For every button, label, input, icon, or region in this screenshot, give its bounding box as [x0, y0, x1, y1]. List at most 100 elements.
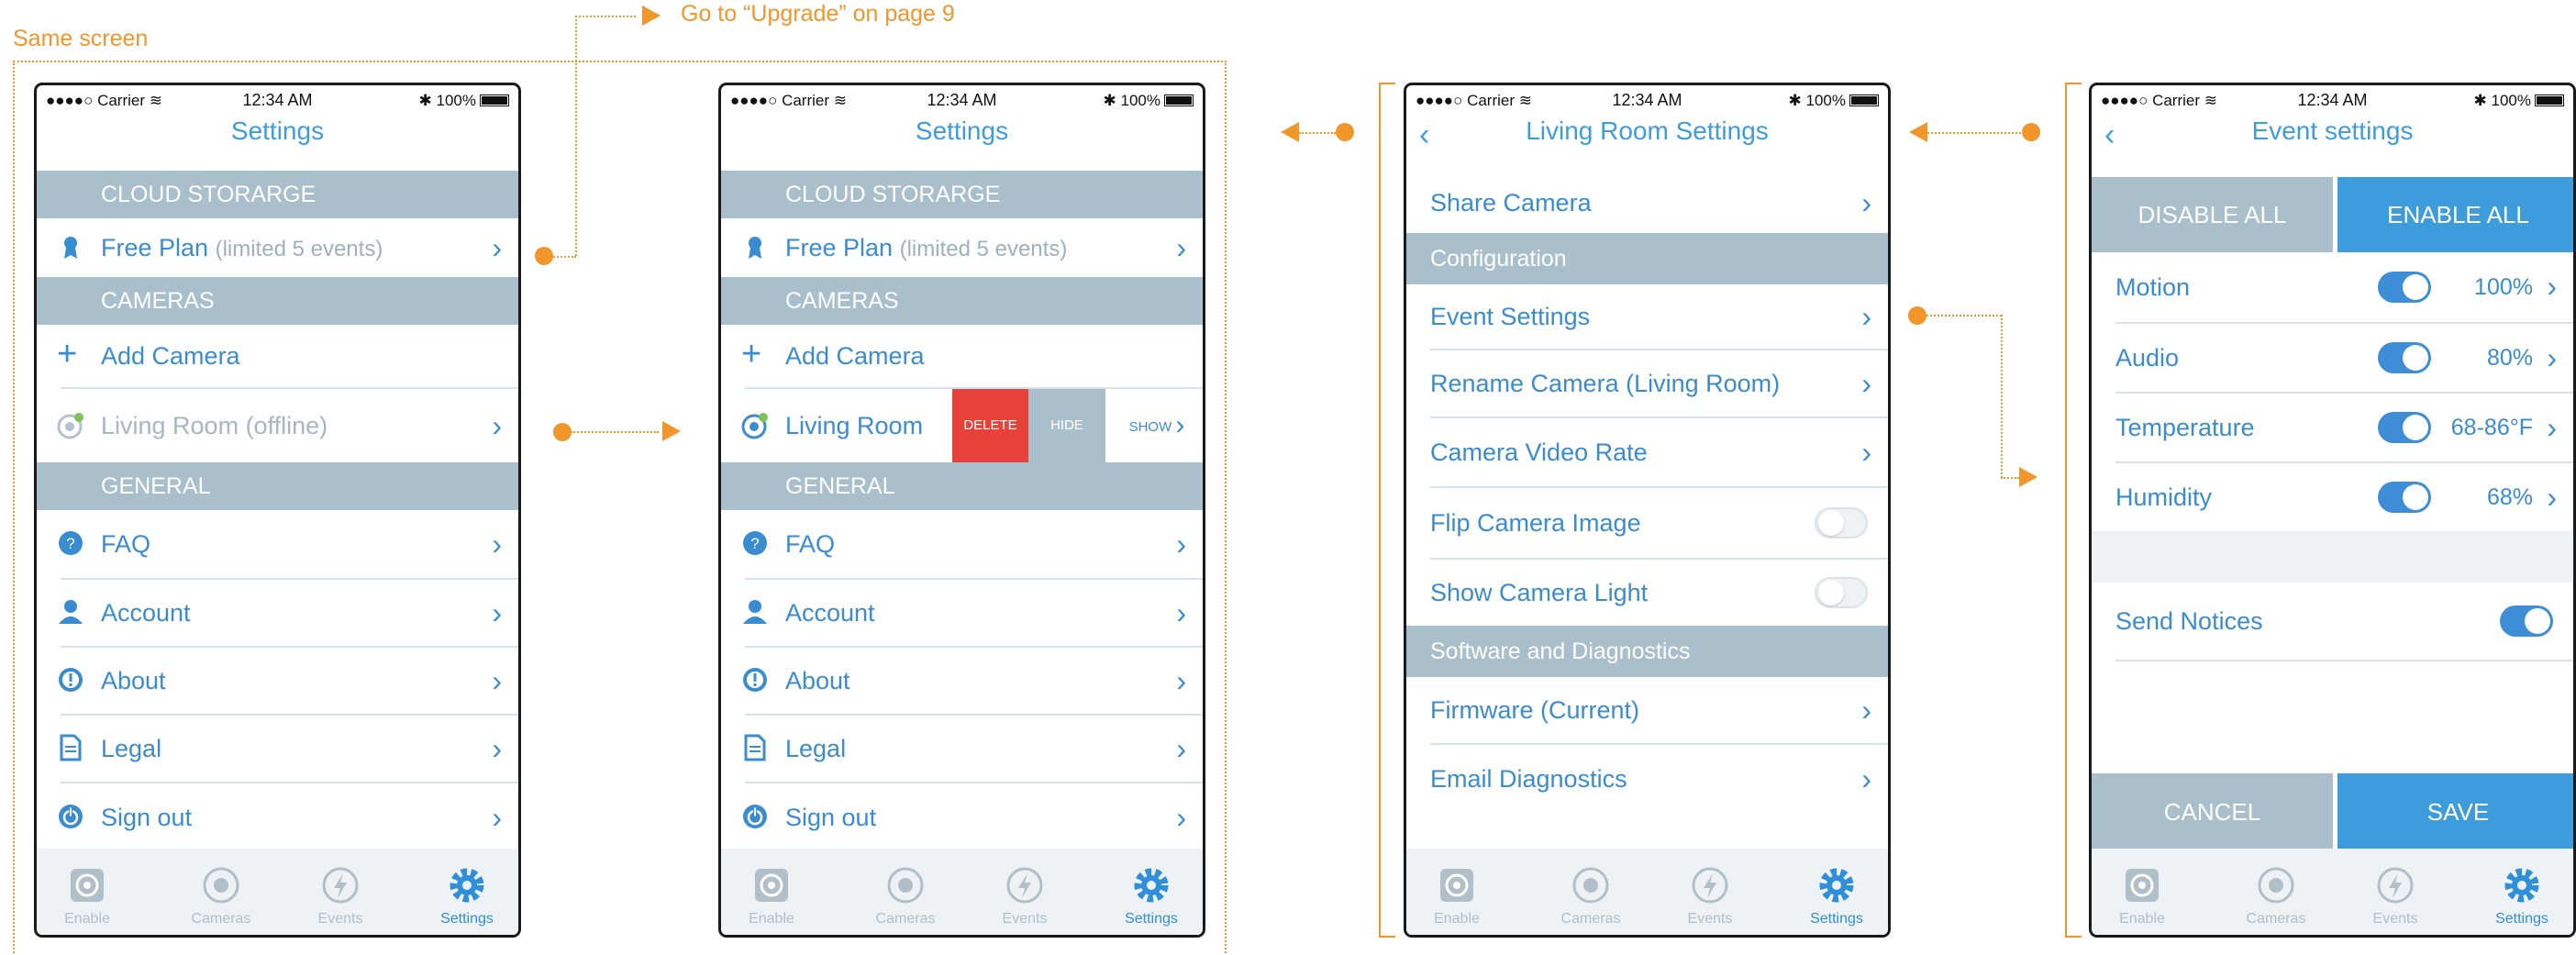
chevron-right-icon: ›	[492, 527, 502, 561]
account-row[interactable]: Account ›	[721, 580, 1203, 646]
user-icon	[59, 600, 83, 624]
tab-events[interactable]: Events	[983, 865, 1066, 927]
humidity-toggle[interactable]	[2378, 482, 2431, 513]
audio-row[interactable]: Audio 80% ›	[2092, 324, 2573, 392]
about-row[interactable]: About ›	[37, 648, 518, 714]
share-camera-row[interactable]: Share Camera ›	[1406, 172, 1888, 233]
plus-icon: +	[741, 335, 762, 373]
living-room-row-swiped[interactable]: Living Room DELETE HIDE SHOW ›	[721, 389, 1203, 462]
tab-cameras[interactable]: Cameras	[180, 865, 262, 927]
upgrade-connector	[550, 256, 576, 258]
tab-settings[interactable]: Settings	[2481, 865, 2563, 927]
hide-button[interactable]: HIDE	[1028, 389, 1105, 462]
add-camera-row[interactable]: + Add Camera	[37, 325, 518, 387]
tab-settings-label: Settings	[1125, 911, 1178, 927]
show-button[interactable]: SHOW ›	[1105, 389, 1203, 462]
tab-enable[interactable]: Enable	[46, 865, 128, 927]
tab-events[interactable]: Events	[299, 865, 382, 927]
living-room-row[interactable]: Living Room (offline) ›	[37, 389, 518, 462]
share-camera-label: Share Camera	[1430, 189, 1592, 217]
motion-toggle[interactable]	[2378, 272, 2431, 303]
sign-out-row[interactable]: Sign out ›	[721, 783, 1203, 851]
tab-settings[interactable]: Settings	[426, 865, 508, 927]
show-light-row: Show Camera Light	[1406, 560, 1888, 626]
tab-cameras[interactable]: Cameras	[2235, 865, 2317, 927]
flip-image-row: Flip Camera Image	[1406, 488, 1888, 558]
show-label: SHOW	[1128, 419, 1172, 435]
tab-bar: Enable Cameras Events Settings	[1406, 849, 1888, 935]
free-plan-row[interactable]: Free Plan (limited 5 events) ›	[37, 218, 518, 277]
battery-icon	[2535, 94, 2564, 106]
user-icon	[743, 600, 767, 624]
navbar: Living Room Settings ‹	[1406, 117, 1888, 161]
status-bar: ●●●●○ Carrier ≋ 12:34 AM ✱ 100%	[2092, 89, 2573, 115]
back-chevron-icon[interactable]: ‹	[1419, 117, 1429, 153]
legal-row[interactable]: Legal ›	[37, 716, 518, 782]
firmware-row[interactable]: Firmware (Current) ›	[1406, 677, 1888, 743]
living-room-bracket	[1379, 83, 1395, 938]
tab-settings[interactable]: Settings	[1795, 865, 1878, 927]
tab-settings-label: Settings	[440, 911, 494, 927]
tab-events[interactable]: Events	[1669, 865, 1751, 927]
tab-cameras[interactable]: Cameras	[864, 865, 947, 927]
email-diagnostics-row[interactable]: Email Diagnostics ›	[1406, 745, 1888, 813]
battery: ✱ 100%	[2474, 92, 2564, 110]
page-title: Settings	[915, 117, 1009, 145]
delete-button[interactable]: DELETE	[952, 389, 1028, 462]
tab-events[interactable]: Events	[2354, 865, 2437, 927]
cancel-button[interactable]: CANCEL	[2092, 773, 2333, 850]
rename-camera-row[interactable]: Rename Camera (Living Room) ›	[1406, 350, 1888, 416]
tab-settings[interactable]: Settings	[1110, 865, 1193, 927]
tab-enable[interactable]: Enable	[2101, 865, 2183, 927]
back-dot	[1336, 123, 1354, 141]
humidity-row[interactable]: Humidity 68% ›	[2092, 463, 2573, 531]
send-notices-toggle[interactable]	[2500, 605, 2553, 637]
page-title: Settings	[230, 117, 325, 145]
temperature-row[interactable]: Temperature 68-86°F ›	[2092, 394, 2573, 461]
about-row[interactable]: About ›	[721, 648, 1203, 714]
video-rate-row[interactable]: Camera Video Rate ›	[1406, 418, 1888, 486]
tab-events-label: Events	[1002, 911, 1048, 927]
battery-pct: 100%	[2491, 92, 2531, 109]
show-light-toggle[interactable]	[1815, 577, 1868, 608]
add-camera-row[interactable]: + Add Camera	[721, 325, 1203, 387]
faq-row[interactable]: ? FAQ ›	[721, 510, 1203, 578]
back-connector	[1927, 132, 2028, 134]
tab-cameras-label: Cameras	[875, 911, 936, 927]
legal-row[interactable]: Legal ›	[721, 716, 1203, 782]
temperature-label: Temperature	[2115, 414, 2255, 441]
disable-all-button[interactable]: DISABLE ALL	[2092, 177, 2333, 252]
free-plan-label: Free Plan (limited 5 events)	[785, 218, 1067, 279]
enable-all-button[interactable]: ENABLE ALL	[2337, 177, 2573, 252]
faq-row[interactable]: ? FAQ ›	[37, 510, 518, 578]
sign-out-row[interactable]: Sign out ›	[37, 783, 518, 851]
plus-icon: +	[57, 335, 78, 373]
send-notices-label: Send Notices	[2115, 607, 2263, 635]
tab-bar: Enable Cameras Events Settings	[2092, 849, 2573, 935]
chevron-right-icon: ›	[1861, 436, 1871, 469]
audio-value: 80%	[2486, 345, 2533, 371]
flip-image-toggle[interactable]	[1815, 507, 1868, 539]
account-label: Account	[101, 599, 191, 627]
temperature-toggle[interactable]	[2378, 412, 2431, 443]
motion-row[interactable]: Motion 100% ›	[2092, 252, 2573, 322]
upgrade-connector	[575, 16, 636, 17]
camera-icon	[741, 413, 768, 439]
save-button[interactable]: SAVE	[2337, 773, 2573, 850]
chevron-right-icon: ›	[492, 732, 502, 765]
free-plan-sub: (limited 5 events)	[215, 237, 383, 261]
tab-enable[interactable]: Enable	[730, 865, 813, 927]
audio-toggle[interactable]	[2378, 342, 2431, 373]
tab-cameras[interactable]: Cameras	[1549, 865, 1632, 927]
back-chevron-icon[interactable]: ‹	[2104, 117, 2115, 153]
tab-enable-label: Enable	[64, 911, 110, 927]
gear-icon	[2504, 868, 2539, 903]
event-settings-row[interactable]: Event Settings ›	[1406, 284, 1888, 349]
account-row[interactable]: Account ›	[37, 580, 518, 646]
free-plan-row[interactable]: Free Plan (limited 5 events) ›	[721, 218, 1203, 277]
section-label: GENERAL	[101, 473, 211, 499]
account-label: Account	[785, 599, 875, 627]
tab-cameras-label: Cameras	[2246, 911, 2306, 927]
tab-enable[interactable]: Enable	[1416, 865, 1498, 927]
battery: ✱ 100%	[1104, 92, 1194, 110]
